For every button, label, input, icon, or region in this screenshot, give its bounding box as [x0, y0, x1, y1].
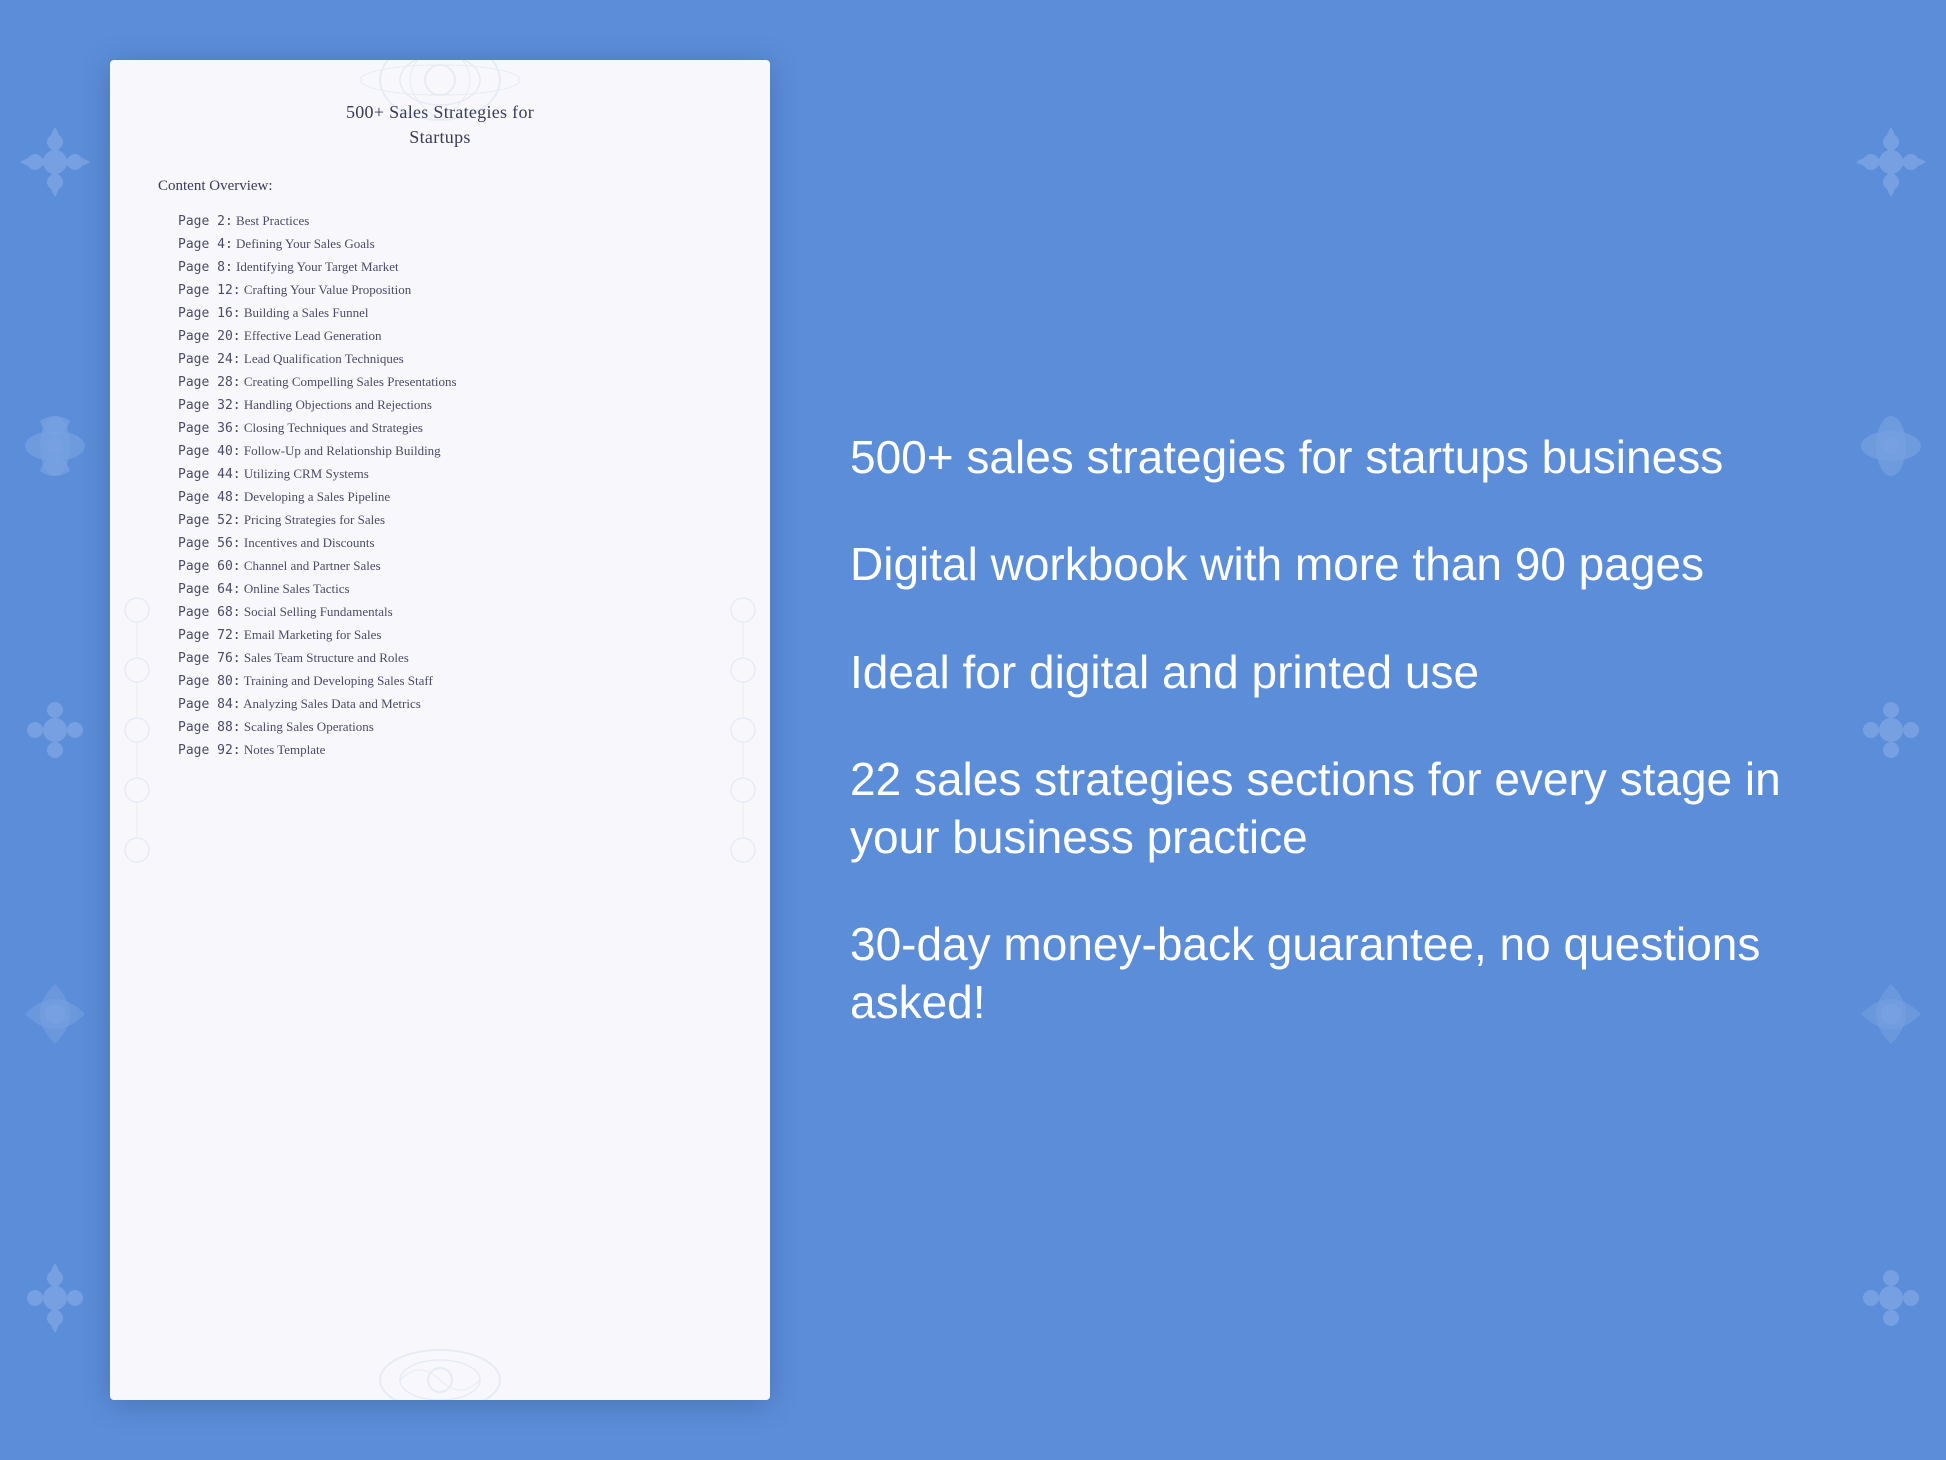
toc-list: Page 2: Best PracticesPage 4: Defining Y… [158, 209, 722, 761]
toc-header: Content Overview: [158, 178, 722, 195]
toc-item: Page 8: Identifying Your Target Market [158, 255, 722, 278]
toc-item: Page 88: Scaling Sales Operations [158, 715, 722, 738]
toc-item: Page 68: Social Selling Fundamentals [158, 600, 722, 623]
toc-item: Page 52: Pricing Strategies for Sales [158, 508, 722, 531]
watermark-bottom [340, 1340, 540, 1400]
toc-item: Page 24: Lead Qualification Techniques [158, 347, 722, 370]
toc-item: Page 40: Follow-Up and Relationship Buil… [158, 439, 722, 462]
doc-floral-left [112, 580, 162, 880]
toc-item: Page 36: Closing Techniques and Strategi… [158, 416, 722, 439]
floral-left-border [0, 0, 110, 1460]
toc-item: Page 4: Defining Your Sales Goals [158, 232, 722, 255]
doc-floral-right [718, 580, 768, 880]
toc-item: Page 2: Best Practices [158, 209, 722, 232]
toc-item: Page 56: Incentives and Discounts [158, 531, 722, 554]
toc-item: Page 12: Crafting Your Value Proposition [158, 278, 722, 301]
toc-item: Page 28: Creating Compelling Sales Prese… [158, 370, 722, 393]
toc-item: Page 48: Developing a Sales Pipeline [158, 485, 722, 508]
toc-item: Page 76: Sales Team Structure and Roles [158, 646, 722, 669]
info-bullet-3: Ideal for digital and printed use [850, 644, 1806, 702]
info-bullet-4: 22 sales strategies sections for every s… [850, 751, 1806, 866]
toc-item: Page 80: Training and Developing Sales S… [158, 669, 722, 692]
toc-item: Page 16: Building a Sales Funnel [158, 301, 722, 324]
toc-item: Page 32: Handling Objections and Rejecti… [158, 393, 722, 416]
toc-item: Page 20: Effective Lead Generation [158, 324, 722, 347]
toc-item: Page 72: Email Marketing for Sales [158, 623, 722, 646]
toc-item: Page 44: Utilizing CRM Systems [158, 462, 722, 485]
info-bullet-2: Digital workbook with more than 90 pages [850, 536, 1806, 594]
watermark-top [340, 60, 540, 130]
toc-item: Page 64: Online Sales Tactics [158, 577, 722, 600]
info-panel: 500+ sales strategies for startups busin… [810, 0, 1946, 1460]
document-panel: 500+ Sales Strategies for Startups Conte… [110, 60, 770, 1400]
toc-item: Page 60: Channel and Partner Sales [158, 554, 722, 577]
toc-item: Page 84: Analyzing Sales Data and Metric… [158, 692, 722, 715]
toc-item: Page 92: Notes Template [158, 738, 722, 761]
info-bullet-5: 30-day money-back guarantee, no question… [850, 916, 1806, 1031]
info-bullet-1: 500+ sales strategies for startups busin… [850, 429, 1806, 487]
